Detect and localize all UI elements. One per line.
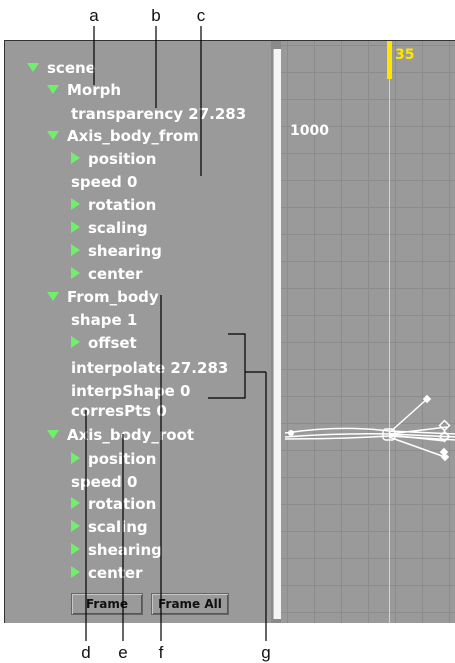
tree-node-axis-body-from[interactable]: Axis_body_from — [47, 127, 199, 145]
collapsed-triangle-icon[interactable] — [71, 520, 80, 532]
tree-node-interpolate[interactable]: interpolate 27.283 — [71, 359, 228, 377]
tree-node-scene[interactable]: scene — [27, 59, 96, 77]
tree-node-speed[interactable]: speed 0 — [71, 473, 137, 491]
keyframe-handle — [438, 419, 451, 432]
tree-node-rotation[interactable]: rotation — [71, 196, 156, 214]
tree-node-scaling[interactable]: scaling — [71, 518, 148, 536]
expanded-triangle-icon[interactable] — [47, 292, 59, 301]
collapsed-triangle-icon[interactable] — [71, 152, 80, 164]
curve-tangent — [388, 398, 428, 434]
keyframe-handle — [288, 430, 294, 436]
callout-g: g — [261, 643, 271, 662]
collapsed-triangle-icon[interactable] — [71, 566, 80, 578]
tree-node-interpshape[interactable]: interpShape 0 — [71, 382, 190, 400]
expanded-triangle-icon[interactable] — [27, 63, 39, 72]
tree-node-center[interactable]: center — [71, 265, 143, 283]
tree-node-offset[interactable]: offset — [71, 334, 137, 352]
collapsed-triangle-icon[interactable] — [71, 336, 80, 348]
tree-node-rotation[interactable]: rotation — [71, 495, 156, 513]
collapsed-triangle-icon[interactable] — [71, 267, 80, 279]
tree-node-shearing[interactable]: shearing — [71, 541, 162, 559]
tree-node-transparency[interactable]: transparency 27.283 — [71, 105, 246, 123]
tree-node-morph[interactable]: Morph — [47, 81, 121, 99]
tree-node-scaling[interactable]: scaling — [71, 219, 148, 237]
expanded-triangle-icon[interactable] — [47, 430, 59, 439]
tree-node-position[interactable]: position — [71, 450, 156, 468]
collapsed-triangle-icon[interactable] — [71, 198, 80, 210]
tree-node-shape[interactable]: shape 1 — [71, 311, 137, 329]
collapsed-triangle-icon[interactable] — [71, 543, 80, 555]
collapsed-triangle-icon[interactable] — [71, 244, 80, 256]
expanded-triangle-icon[interactable] — [47, 131, 59, 140]
tree-node-correspts[interactable]: corresPts 0 — [71, 402, 167, 420]
tree-node-axis-body-root[interactable]: Axis_body_root — [47, 426, 194, 444]
frame-button[interactable]: Frame — [71, 593, 143, 615]
callout-a: a — [89, 6, 99, 25]
animation-editor-window: scene Morph transparency 27.283 Axis_bod… — [4, 40, 455, 623]
frame-all-button[interactable]: Frame All — [151, 593, 229, 615]
tree-node-position[interactable]: position — [71, 150, 156, 168]
callout-e: e — [118, 643, 128, 662]
animation-curves[interactable] — [281, 41, 455, 623]
tree-node-shearing[interactable]: shearing — [71, 242, 162, 260]
callout-d: d — [81, 643, 91, 662]
callout-c: c — [196, 6, 206, 25]
scene-tree-panel: scene Morph transparency 27.283 Axis_bod… — [5, 41, 271, 623]
callout-b: b — [151, 6, 161, 25]
collapsed-triangle-icon[interactable] — [71, 452, 80, 464]
tree-node-speed[interactable]: speed 0 — [71, 173, 137, 191]
expanded-triangle-icon[interactable] — [47, 85, 59, 94]
animation-graph-panel[interactable]: 35 1000 — [281, 41, 455, 623]
tree-node-center[interactable]: center — [71, 564, 143, 582]
callout-f: f — [158, 643, 164, 662]
collapsed-triangle-icon[interactable] — [71, 221, 80, 233]
collapsed-triangle-icon[interactable] — [71, 497, 80, 509]
tree-node-from-body[interactable]: From_body — [47, 288, 159, 306]
